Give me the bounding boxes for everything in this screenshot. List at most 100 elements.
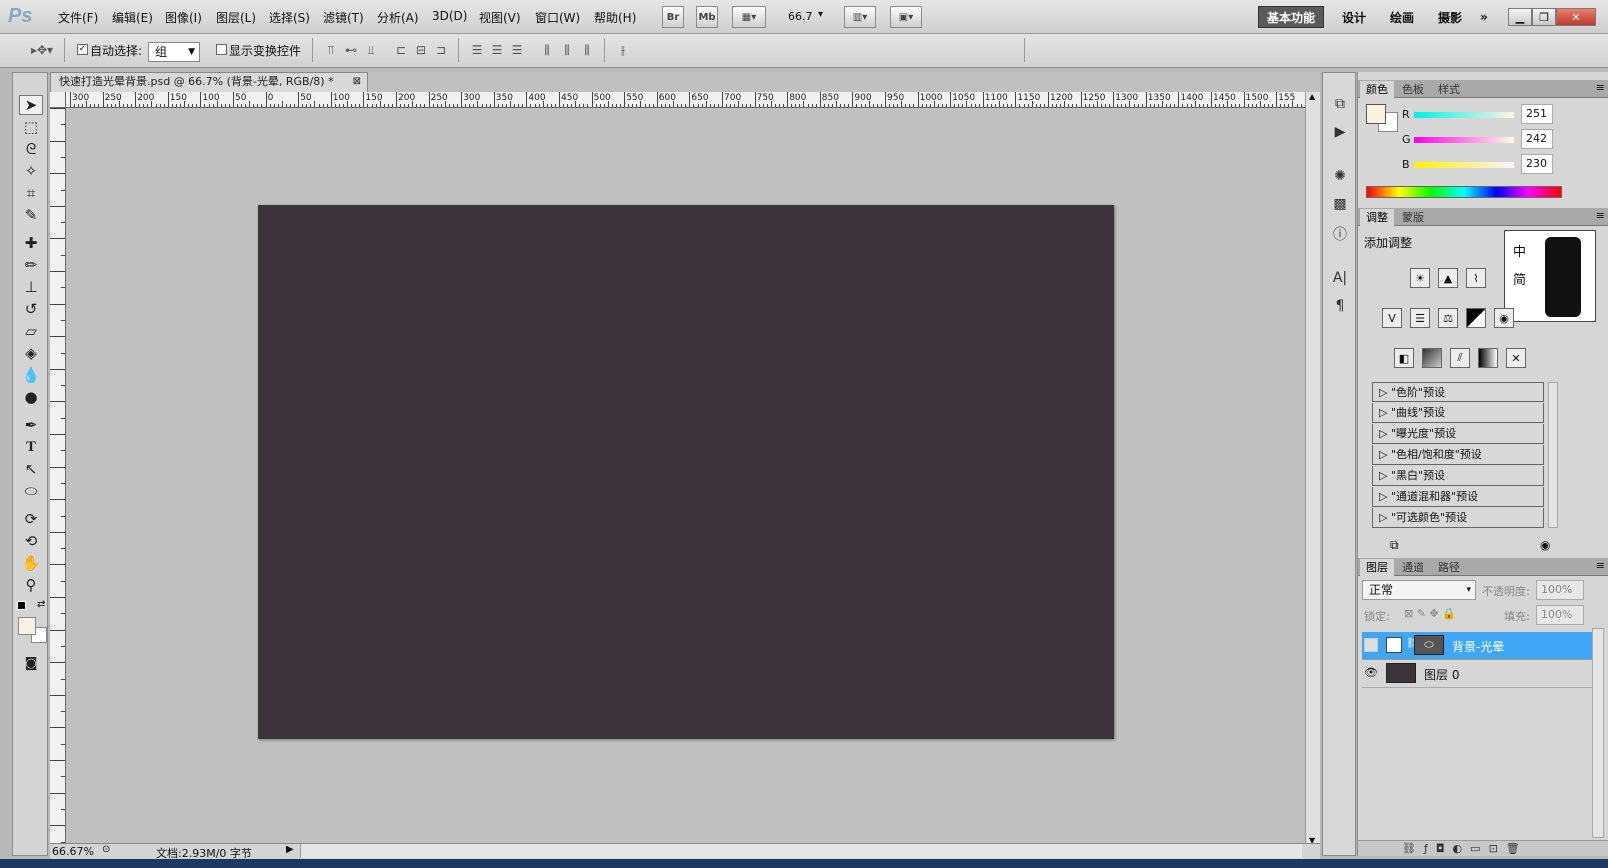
ellipse-tool-icon[interactable]: ⬭ bbox=[19, 481, 43, 501]
foreground-color-swatch[interactable] bbox=[18, 617, 36, 635]
distribute-bottom-icon[interactable]: ☰ bbox=[508, 42, 526, 58]
workspace-more[interactable]: » bbox=[1474, 6, 1494, 28]
distribute-hcenter-icon[interactable]: ⫼ bbox=[558, 42, 576, 58]
paragraph-panel-icon[interactable]: ¶ bbox=[1329, 295, 1351, 317]
selective-color-icon[interactable]: ✕ bbox=[1506, 348, 1526, 368]
r-value[interactable]: 251 bbox=[1521, 104, 1553, 124]
default-colors-icon[interactable] bbox=[17, 601, 26, 610]
clone-stamp-tool-icon[interactable]: ⊥ bbox=[19, 277, 43, 297]
color-balance-icon[interactable]: ⚖ bbox=[1438, 308, 1458, 328]
move-tool-icon[interactable]: ➤ bbox=[19, 95, 43, 115]
levels-icon[interactable]: ▲ bbox=[1438, 268, 1458, 288]
close-tab-icon[interactable]: ⊠ bbox=[353, 73, 361, 91]
preset-selective-color[interactable]: ▷ "可选颜色"预设 bbox=[1372, 508, 1544, 528]
distribute-vcenter-icon[interactable]: ☰ bbox=[488, 42, 506, 58]
brush-tool-icon[interactable]: ✏ bbox=[19, 255, 43, 275]
layer-thumbnail[interactable] bbox=[1386, 663, 1416, 683]
layer-row-selected[interactable]: ⛓ ⬭ 背景-光晕 bbox=[1362, 632, 1602, 660]
fx-icon[interactable]: ƒ bbox=[1424, 842, 1436, 855]
arrange-documents-button[interactable]: ▥▾ bbox=[844, 6, 876, 28]
lock-icons[interactable]: ⊠ ✎ ✥ 🔒 bbox=[1404, 607, 1456, 620]
align-hcenter-icon[interactable]: ⊟ bbox=[412, 42, 430, 58]
workspace-photography[interactable]: 摄影 bbox=[1428, 6, 1472, 28]
tab-swatches[interactable]: 色板 bbox=[1396, 81, 1430, 98]
status-menu-arrow-icon[interactable]: ▶ bbox=[286, 844, 294, 855]
close-icon[interactable]: ✕ bbox=[1556, 8, 1596, 26]
quick-select-tool-icon[interactable]: ✧ bbox=[19, 161, 43, 181]
restore-icon[interactable]: ❐ bbox=[1532, 8, 1556, 26]
g-value[interactable]: 242 bbox=[1521, 129, 1553, 149]
align-right-icon[interactable]: ⊐ bbox=[432, 42, 450, 58]
link-layers-icon[interactable]: ⛓ bbox=[1402, 842, 1424, 855]
brightness-contrast-icon[interactable]: ☀ bbox=[1410, 268, 1430, 288]
healing-brush-tool-icon[interactable]: ✚ bbox=[19, 233, 43, 253]
view-previous-state-icon[interactable]: ◉ bbox=[1540, 538, 1550, 552]
panel-menu-icon[interactable]: ≡ bbox=[1596, 81, 1605, 94]
blur-tool-icon[interactable]: 💧 bbox=[19, 365, 43, 385]
ime-status-widget[interactable]: 中 简 bbox=[1504, 230, 1596, 322]
zoom-status[interactable]: 66.67% bbox=[52, 845, 94, 858]
hand-tool-icon[interactable]: ✋ bbox=[19, 553, 43, 573]
workspace-painting[interactable]: 绘画 bbox=[1380, 6, 1424, 28]
dodge-tool-icon[interactable]: ● bbox=[19, 387, 43, 407]
color-fg-swatch[interactable] bbox=[1366, 104, 1386, 124]
b-value[interactable]: 230 bbox=[1521, 154, 1553, 174]
posterize-icon[interactable]: ⫽ bbox=[1450, 348, 1470, 368]
show-transform-checkbox[interactable] bbox=[216, 44, 227, 55]
workspace-essentials[interactable]: 基本功能 bbox=[1258, 6, 1324, 28]
preset-curves[interactable]: ▷ "曲线"预设 bbox=[1372, 403, 1544, 423]
panel-menu-icon[interactable]: ≡ bbox=[1596, 209, 1605, 222]
menu-select[interactable]: 选择(S) bbox=[269, 9, 310, 26]
menu-help[interactable]: 帮助(H) bbox=[594, 9, 636, 26]
menu-layer[interactable]: 图层(L) bbox=[216, 9, 256, 26]
swap-colors-icon[interactable]: ⇄ bbox=[37, 599, 45, 610]
panel-menu-icon[interactable]: ≡ bbox=[1596, 559, 1605, 572]
menu-image[interactable]: 图像(I) bbox=[165, 9, 202, 26]
add-mask-icon[interactable]: ◘ bbox=[1436, 842, 1453, 855]
minimize-icon[interactable]: ▁ bbox=[1508, 8, 1532, 26]
bridge-button[interactable]: Br bbox=[662, 6, 684, 28]
tab-paths[interactable]: 路径 bbox=[1432, 559, 1466, 576]
minibridge-button[interactable]: Mb bbox=[696, 6, 718, 28]
adjustment-layer-icon[interactable]: ◐ bbox=[1453, 842, 1471, 855]
auto-select-dropdown[interactable]: 组 ▼ bbox=[148, 42, 200, 62]
photo-filter-icon[interactable]: ◉ bbox=[1494, 308, 1514, 328]
tab-styles[interactable]: 样式 bbox=[1432, 81, 1466, 98]
preset-exposure[interactable]: ▷ "曝光度"预设 bbox=[1372, 424, 1544, 444]
marquee-tool-icon[interactable]: ⬚ bbox=[19, 117, 43, 137]
align-vcenter-icon[interactable]: ⊷ bbox=[342, 42, 360, 58]
info-panel-icon[interactable]: ⓘ bbox=[1329, 223, 1351, 245]
color-spectrum[interactable] bbox=[1366, 186, 1562, 198]
align-bottom-icon[interactable]: ⫫ bbox=[362, 42, 380, 58]
distribute-top-icon[interactable]: ☰ bbox=[468, 42, 486, 58]
status-info-icon[interactable]: ⊙ bbox=[102, 844, 110, 855]
black-white-icon[interactable] bbox=[1466, 308, 1486, 328]
eraser-tool-icon[interactable]: ▱ bbox=[19, 321, 43, 341]
history-brush-tool-icon[interactable]: ↺ bbox=[19, 299, 43, 319]
preset-levels[interactable]: ▷ "色阶"预设 bbox=[1372, 382, 1544, 402]
vibrance-icon[interactable]: V bbox=[1382, 308, 1402, 328]
layer-thumbnail[interactable] bbox=[1386, 637, 1402, 653]
vertical-scrollbar[interactable]: ▲ ▼ bbox=[1305, 92, 1320, 845]
distribute-right-icon[interactable]: ⫼ bbox=[578, 42, 596, 58]
menu-view[interactable]: 视图(V) bbox=[479, 9, 521, 26]
distribute-left-icon[interactable]: ⫼ bbox=[538, 42, 556, 58]
layer-name[interactable]: 图层 0 bbox=[1424, 666, 1459, 683]
visibility-toggle[interactable] bbox=[1364, 638, 1378, 652]
tab-layers[interactable]: 图层 bbox=[1360, 559, 1394, 576]
pen-tool-icon[interactable]: ✒ bbox=[19, 415, 43, 435]
hue-saturation-icon[interactable]: ☰ bbox=[1410, 308, 1430, 328]
layers-scrollbar[interactable] bbox=[1592, 628, 1604, 838]
curves-icon[interactable]: ⌇ bbox=[1466, 268, 1486, 288]
move-tool-preset-icon[interactable]: ▸✥▾ bbox=[26, 42, 58, 58]
preset-black-white[interactable]: ▷ "黑白"预设 bbox=[1372, 466, 1544, 486]
chevron-down-icon[interactable]: ▾ bbox=[818, 9, 823, 20]
g-slider[interactable] bbox=[1414, 137, 1514, 143]
lasso-tool-icon[interactable]: ᘓ bbox=[19, 139, 43, 159]
tab-adjustments[interactable]: 调整 bbox=[1360, 209, 1394, 226]
3d-orbit-tool-icon[interactable]: ⟲ bbox=[19, 531, 43, 551]
eye-icon[interactable]: 👁 bbox=[1364, 666, 1378, 680]
menu-filter[interactable]: 滤镜(T) bbox=[323, 9, 364, 26]
menu-edit[interactable]: 编辑(E) bbox=[112, 9, 153, 26]
menu-file[interactable]: 文件(F) bbox=[58, 9, 98, 26]
